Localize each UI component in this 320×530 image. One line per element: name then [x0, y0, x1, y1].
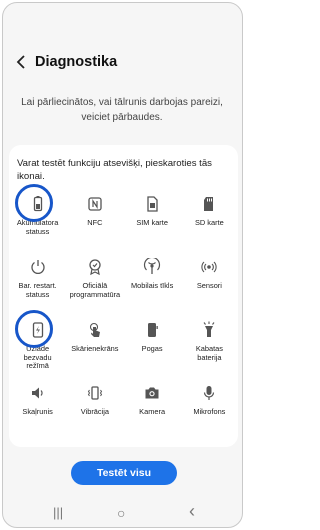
diagnostic-item[interactable]: NFC	[66, 187, 123, 250]
diagnostic-item[interactable]: Bar. restart. statuss	[9, 250, 66, 313]
diagnostic-item[interactable]: Pogas	[124, 313, 181, 376]
touch-icon	[84, 319, 106, 341]
diagnostic-item[interactable]: Uzlāde bezvadu režīmā	[9, 310, 66, 376]
diagnostic-item[interactable]: Vibrācija	[66, 376, 123, 439]
diagnostic-item-label: Sensori	[196, 281, 222, 290]
diagnostic-item-label: Skārienekrāns	[71, 344, 119, 353]
diagnostic-item-label: Uzlāde bezvadu režīmā	[23, 344, 52, 371]
diagnostic-item[interactable]: Skārienekrāns	[66, 313, 123, 376]
sd-card-icon	[198, 193, 220, 215]
diagnostic-item[interactable]: Sensori	[181, 250, 238, 313]
diagnostic-item[interactable]: Mobilais tīkls	[124, 250, 181, 313]
phone-screen: Diagnostika Lai pārliecinātos, vai tālru…	[2, 2, 243, 528]
sim-card-icon	[141, 193, 163, 215]
diagnostic-item-label: SD karte	[194, 218, 224, 227]
highlight-ring	[15, 184, 53, 222]
phone-buttons-icon	[141, 319, 163, 341]
recents-icon[interactable]: |||	[53, 503, 63, 523]
diagnostic-item-label: Bar. restart. statuss	[18, 281, 57, 299]
intro-text: Lai pārliecinātos, vai tālrunis darbojas…	[21, 97, 223, 123]
diagnostic-item-label: NFC	[87, 218, 103, 227]
diagnostic-item[interactable]: Kamera	[124, 376, 181, 439]
speaker-icon	[27, 382, 49, 404]
diagnostic-item[interactable]: SD karte	[181, 187, 238, 250]
card-description: Varat testēt funkciju atsevišķi, pieskar…	[17, 158, 212, 182]
diagnostic-item[interactable]: Skaļrunis	[9, 376, 66, 439]
navigation-bar: ||| ○ ‹	[3, 501, 242, 525]
sensor-icon	[198, 256, 220, 278]
diagnostic-item-label: SIM karte	[136, 218, 168, 227]
back-arrow-icon[interactable]	[13, 55, 31, 73]
home-icon[interactable]: ○	[117, 503, 125, 523]
diagnostic-item[interactable]: Mikrofons	[181, 376, 238, 439]
highlight-ring	[15, 310, 53, 348]
diagnostic-item[interactable]: Akumulatora statuss	[9, 184, 66, 250]
diagnostic-item[interactable]: Oficiālā programmatūra	[66, 250, 123, 313]
diagnostic-item-label: Kabatas baterija	[195, 344, 223, 362]
flashlight-icon	[198, 319, 220, 341]
vibration-icon	[84, 382, 106, 404]
camera-icon	[141, 382, 163, 404]
diagnostic-item[interactable]: Kabatas baterija	[181, 313, 238, 376]
antenna-icon	[141, 256, 163, 278]
nav-back-icon[interactable]: ‹	[189, 501, 195, 521]
diagnostic-item[interactable]: SIM karte	[124, 187, 181, 250]
diagnostics-grid: Akumulatora statuss NFC SIM karte SD karte B…	[9, 184, 238, 439]
diagnostic-item-label: Vibrācija	[80, 407, 109, 416]
power-restart-icon	[27, 256, 49, 278]
certified-badge-icon	[84, 256, 106, 278]
microphone-icon	[198, 382, 220, 404]
diagnostic-item-label: Mikrofons	[193, 407, 226, 416]
diagnostic-item-label: Kamera	[139, 407, 166, 416]
diagnostic-item-label: Oficiālā programmatūra	[69, 281, 121, 299]
diagnostics-card: Varat testēt funkciju atsevišķi, pieskar…	[9, 145, 238, 447]
test-all-button[interactable]: Testēt visu	[71, 461, 177, 485]
diagnostic-item-label: Skaļrunis	[22, 407, 53, 416]
page-title: Diagnostika	[35, 54, 118, 70]
diagnostic-item-label: Mobilais tīkls	[130, 281, 174, 290]
app-header: Diagnostika	[3, 43, 242, 83]
nfc-icon	[84, 193, 106, 215]
diagnostic-item-label: Pogas	[141, 344, 163, 353]
